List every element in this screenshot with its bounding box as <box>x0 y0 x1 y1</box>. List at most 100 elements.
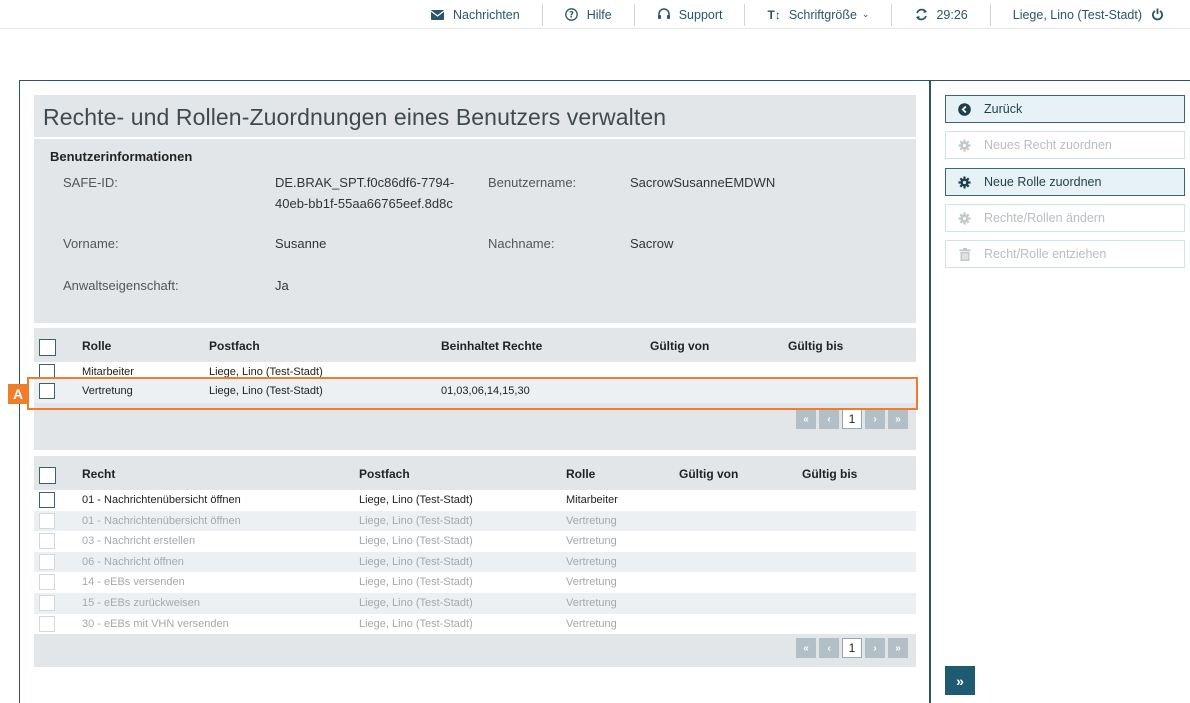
font-size-label: Schriftgröße <box>788 7 857 22</box>
new-right-button[interactable]: Neues Recht zuordnen <box>945 131 1185 159</box>
col-header-valid-from[interactable]: Gültig von <box>679 467 738 481</box>
current-page[interactable]: 1 <box>842 409 862 429</box>
question-circle-icon: ? <box>565 8 579 22</box>
safe-id-line-1: DE.BRAK_SPT.f0c86df6-7794- <box>275 175 455 190</box>
row-checkbox[interactable] <box>39 492 55 508</box>
col-header-rights[interactable]: Beinhaltet Rechte <box>441 339 542 353</box>
safe-id-value: DE.BRAK_SPT.f0c86df6-7794- 40eb-bb1f-55a… <box>275 172 454 214</box>
row-checkbox <box>39 533 55 550</box>
col-header-valid-from[interactable]: Gültig von <box>650 339 709 353</box>
prev-page-button[interactable]: ‹ <box>819 409 839 429</box>
back-button[interactable]: Zurück <box>945 95 1185 123</box>
user-info-heading: Benutzerinformationen <box>50 149 193 164</box>
messages-link[interactable]: Nachrichten <box>409 4 542 26</box>
help-label: Hilfe <box>586 7 612 22</box>
role-cell: Vertretung <box>566 535 617 548</box>
support-label: Support <box>678 7 723 22</box>
arrow-left-circle-icon <box>958 102 971 116</box>
table-row[interactable]: 01 - Nachrichtenübersicht öffnen Liege, … <box>34 490 916 511</box>
right-cell: 03 - Nachricht erstellen <box>82 535 196 548</box>
mailbox-cell: Liege, Lino (Test-Stadt) <box>359 617 473 630</box>
mailbox-cell: Liege, Lino (Test-Stadt) <box>359 555 473 568</box>
table-row: 01 - Nachrichtenübersicht öffnen Liege, … <box>34 510 916 532</box>
prev-page-button[interactable]: ‹ <box>819 638 839 658</box>
current-page[interactable]: 1 <box>842 638 862 658</box>
row-checkbox <box>39 594 55 611</box>
row-checkbox <box>39 553 55 570</box>
lawyer-label: Anwaltseigenschaft: <box>63 278 179 293</box>
safe-id-label: SAFE-ID: <box>63 175 118 190</box>
mailbox-cell: Liege, Lino (Test-Stadt) <box>359 576 473 589</box>
table-row: 03 - Nachricht erstellen Liege, Lino (Te… <box>34 531 916 552</box>
right-cell: 14 - eEBs versenden <box>82 576 185 589</box>
chevron-down-icon: ⌄ <box>861 9 870 19</box>
select-all-roles-checkbox[interactable] <box>39 339 56 356</box>
next-page-button[interactable]: › <box>865 638 885 658</box>
highlight-label: A <box>8 384 28 404</box>
font-size-dropdown[interactable]: T↕ Schriftgröße ⌄ <box>744 3 891 26</box>
right-cell: 06 - Nachricht öffnen <box>82 555 184 568</box>
username-value: SacrowSusanneEMDWN <box>630 175 776 190</box>
user-menu[interactable]: Liege, Lino (Test-Stadt) <box>989 3 1190 26</box>
new-right-label: Neues Recht zuordnen <box>984 138 1112 152</box>
mailbox-cell: Liege, Lino (Test-Stadt) <box>359 596 473 609</box>
role-cell: Vertretung <box>566 555 617 568</box>
revoke-label: Recht/Rolle entziehen <box>984 247 1107 261</box>
session-timer[interactable]: 29:26 <box>891 3 989 26</box>
lastname-value: Sacrow <box>630 236 674 251</box>
role-cell: Vertretung <box>566 576 617 589</box>
mailbox-cell: Liege, Lino (Test-Stadt) <box>359 535 473 548</box>
row-checkbox <box>39 512 55 529</box>
last-page-button[interactable]: » <box>888 409 908 429</box>
new-role-button[interactable]: Neue Rolle zuordnen <box>945 168 1185 196</box>
col-header-role[interactable]: Rolle <box>566 467 595 481</box>
gear-icon <box>958 176 971 189</box>
user-name: Liege, Lino (Test-Stadt) <box>1012 7 1142 22</box>
col-header-mailbox[interactable]: Postfach <box>209 339 260 353</box>
text-size-icon: T↕ <box>767 7 781 22</box>
first-page-button[interactable]: « <box>796 409 816 429</box>
lawyer-value: Ja <box>275 278 289 293</box>
page-title: Rechte- und Rollen-Zuordnungen eines Ben… <box>43 104 667 130</box>
expand-panel-button[interactable]: » <box>945 666 975 695</box>
role-cell: Vertretung <box>566 596 617 609</box>
back-label: Zurück <box>984 102 1023 116</box>
refresh-icon <box>914 8 928 22</box>
first-page-button[interactable]: « <box>796 638 816 658</box>
table-row: 15 - eEBs zurückweisen Liege, Lino (Test… <box>34 592 916 614</box>
trash-icon <box>958 247 971 261</box>
edit-rights-roles-label: Rechte/Rollen ändern <box>984 211 1105 225</box>
rights-table-header: Recht Postfach Rolle Gültig von Gültig b… <box>34 456 916 490</box>
session-timer-value: 29:26 <box>936 7 968 22</box>
revoke-button[interactable]: Recht/Rolle entziehen <box>945 240 1185 268</box>
mailbox-cell: Liege, Lino (Test-Stadt) <box>359 514 473 527</box>
col-header-valid-to[interactable]: Gültig bis <box>788 339 843 353</box>
table-row: 06 - Nachricht öffnen Liege, Lino (Test-… <box>34 551 916 573</box>
last-page-button[interactable]: » <box>888 638 908 658</box>
messages-label: Nachrichten <box>452 7 520 22</box>
next-page-button[interactable]: › <box>865 409 885 429</box>
select-all-rights-checkbox[interactable] <box>39 467 56 484</box>
envelope-icon <box>431 8 445 22</box>
roles-pagination: « ‹ 1 › » <box>796 409 908 429</box>
col-header-mailbox[interactable]: Postfach <box>359 467 410 481</box>
top-bar: Nachrichten ? Hilfe Support T↕ Schriftgr… <box>0 0 1190 29</box>
gear-icon <box>958 212 971 225</box>
col-header-valid-to[interactable]: Gültig bis <box>802 467 857 481</box>
lastname-label: Nachname: <box>488 236 555 251</box>
table-row: 14 - eEBs versenden Liege, Lino (Test-St… <box>34 572 916 593</box>
col-header-role[interactable]: Rolle <box>82 339 111 353</box>
username-label: Benutzername: <box>488 175 577 190</box>
power-icon[interactable] <box>1150 8 1164 22</box>
rights-pagination: « ‹ 1 › » <box>796 638 908 658</box>
edit-rights-roles-button[interactable]: Rechte/Rollen ändern <box>945 204 1185 232</box>
col-header-right[interactable]: Recht <box>82 467 115 481</box>
mailbox-cell: Liege, Lino (Test-Stadt) <box>359 494 473 506</box>
table-row: 30 - eEBs mit VHN versenden Liege, Lino … <box>34 613 916 635</box>
firstname-label: Vorname: <box>63 236 119 251</box>
help-link[interactable]: ? Hilfe <box>541 3 634 26</box>
support-link[interactable]: Support <box>633 3 745 26</box>
rights-table: Recht Postfach Rolle Gültig von Gültig b… <box>34 456 916 667</box>
headset-icon <box>657 8 671 22</box>
role-cell: Mitarbeiter <box>566 494 618 506</box>
